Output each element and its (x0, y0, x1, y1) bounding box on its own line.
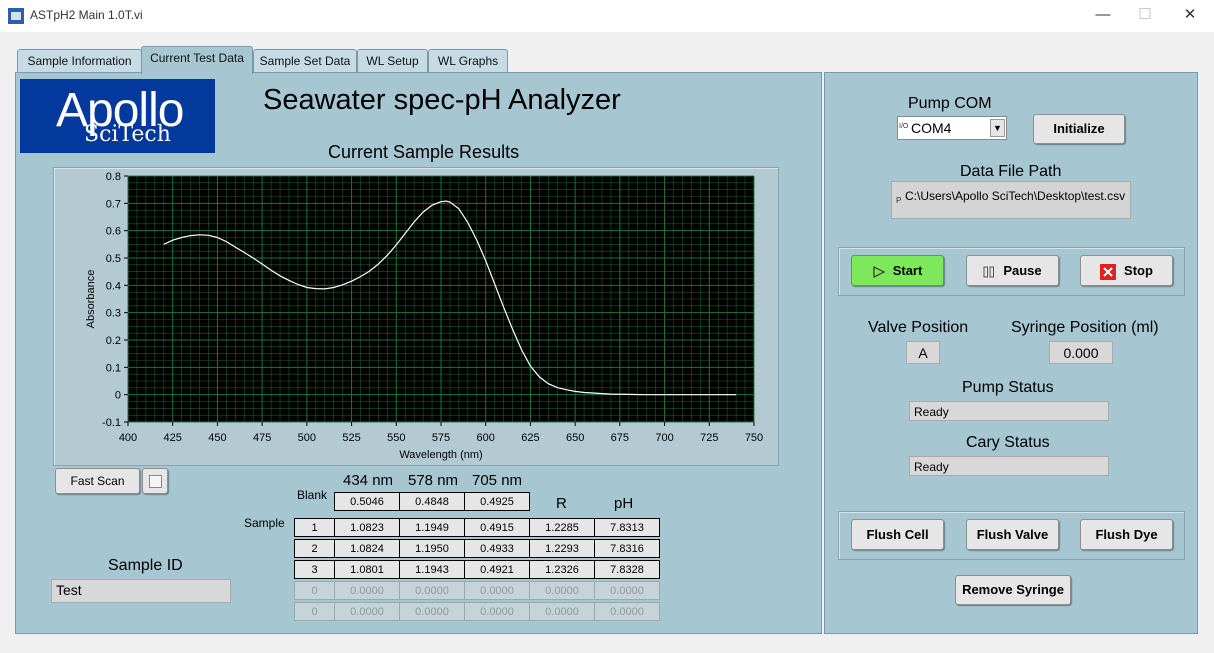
pump-status-value: Ready (909, 401, 1109, 421)
sample-row-3-v434: 1.0801 (334, 560, 400, 579)
chevron-down-icon[interactable]: ▼ (990, 119, 1005, 137)
pump-com-select[interactable]: I/O COM4 ▼ (897, 116, 1007, 140)
remove-syringe-button[interactable]: Remove Syringe (955, 575, 1071, 605)
maximize-button[interactable]: ☐ (1122, 0, 1168, 32)
sample-row-4-r: 0.0000 (529, 581, 595, 600)
chart-frame (53, 167, 779, 466)
sample-row-4-idx: 0 (294, 581, 335, 600)
close-button[interactable]: ✕ (1167, 0, 1213, 32)
pause-icon (983, 266, 995, 278)
flush-valve-button[interactable]: Flush Valve (966, 519, 1059, 550)
chart-title: Current Sample Results (328, 142, 520, 162)
flush-cell-button[interactable]: Flush Cell (851, 519, 944, 550)
col-header-705: 705 nm (472, 472, 523, 489)
flush-dye-button[interactable]: Flush Dye (1080, 519, 1173, 550)
tab-current-test-data[interactable]: Current Test Data (141, 46, 253, 74)
col-header-578: 578 nm (408, 472, 459, 489)
syringe-position-label: Syringe Position (ml) (1011, 319, 1159, 336)
col-header-ph: pH (614, 495, 634, 512)
sample-row-1-r: 1.2285 (529, 518, 595, 537)
sample-row-2-v705: 0.4933 (464, 539, 530, 558)
stop-button[interactable]: Stop (1080, 255, 1173, 286)
col-header-r: R (556, 495, 567, 512)
fast-scan-button[interactable]: Fast Scan (55, 468, 140, 494)
pump-status-label: Pump Status (962, 379, 1054, 396)
window-title: ASTpH2 Main 1.0T.vi (30, 8, 143, 22)
tab-sample-set-data[interactable]: Sample Set Data (253, 49, 357, 72)
sample-row-3-v705: 0.4921 (464, 560, 530, 579)
stop-icon (1100, 263, 1117, 280)
sample-row-2-v578: 1.1950 (399, 539, 465, 558)
stop-label: Stop (1124, 263, 1153, 278)
valve-position-label: Valve Position (868, 319, 969, 336)
page-title: Seawater spec-pH Analyzer (263, 84, 621, 116)
blank-705: 0.4925 (464, 492, 530, 511)
play-icon (873, 265, 885, 278)
sample-row-3-r: 1.2326 (529, 560, 595, 579)
pause-button[interactable]: Pause (966, 255, 1059, 286)
start-label: Start (892, 263, 923, 278)
sample-row-1-idx: 1 (294, 518, 335, 537)
data-file-path-field[interactable]: P C:\Users\Apollo SciTech\Desktop\test.c… (891, 181, 1131, 219)
sample-row-4-v705: 0.0000 (464, 581, 530, 600)
pump-com-value: COM4 (911, 120, 952, 136)
sample-row-4-v578: 0.0000 (399, 581, 465, 600)
app-icon (8, 8, 24, 24)
sample-id-label: Sample ID (108, 557, 183, 574)
tab-wl-setup[interactable]: WL Setup (357, 49, 428, 72)
sample-row-5-r: 0.0000 (529, 602, 595, 621)
cary-status-value: Ready (909, 456, 1109, 476)
sample-id-field[interactable]: Test (51, 579, 231, 603)
minimize-button[interactable]: — (1080, 0, 1126, 32)
sample-row-1-ph: 7.8313 (594, 518, 660, 537)
path-icon: P (896, 196, 902, 205)
sample-label: Sample (244, 516, 285, 530)
sample-row-2-r: 1.2293 (529, 539, 595, 558)
sample-row-1-v434: 1.0823 (334, 518, 400, 537)
sample-row-5-idx: 0 (294, 602, 335, 621)
sample-row-4-ph: 0.0000 (594, 581, 660, 600)
sample-row-5-ph: 0.0000 (594, 602, 660, 621)
blank-434: 0.5046 (334, 492, 400, 511)
sample-row-3-ph: 7.8328 (594, 560, 660, 579)
data-file-path-label: Data File Path (960, 163, 1062, 180)
blank-578: 0.4848 (399, 492, 465, 511)
tab-sample-information[interactable]: Sample Information (17, 49, 142, 72)
syringe-position-value: 0.000 (1049, 341, 1113, 364)
sample-row-3-idx: 3 (294, 560, 335, 579)
col-header-434: 434 nm (343, 472, 394, 489)
sample-row-1-v705: 0.4915 (464, 518, 530, 537)
cary-status-label: Cary Status (966, 434, 1050, 451)
sample-row-2-v434: 1.0824 (334, 539, 400, 558)
sample-row-5-v705: 0.0000 (464, 602, 530, 621)
tab-wl-graphs[interactable]: WL Graphs (428, 49, 508, 72)
data-file-path-value: C:\Users\Apollo SciTech\Desktop\test.csv (905, 189, 1126, 203)
apollo-scitech-logo: Apollo SciTech (20, 79, 215, 153)
pump-com-label: Pump COM (908, 95, 992, 112)
sample-row-5-v578: 0.0000 (399, 602, 465, 621)
logo-line2: SciTech (84, 122, 171, 147)
initialize-button[interactable]: Initialize (1033, 114, 1125, 144)
toggle-indicator-icon (149, 475, 162, 488)
sample-row-1-v578: 1.1949 (399, 518, 465, 537)
pause-label: Pause (1003, 263, 1042, 278)
sample-row-2-ph: 7.8316 (594, 539, 660, 558)
sample-row-2-idx: 2 (294, 539, 335, 558)
start-button[interactable]: Start (851, 255, 944, 286)
blank-label: Blank (297, 488, 328, 502)
window-edge (1202, 32, 1214, 653)
valve-position-value: A (906, 341, 940, 364)
io-icon: I/O (899, 123, 909, 130)
fast-scan-toggle[interactable] (142, 468, 168, 494)
sample-row-3-v578: 1.1943 (399, 560, 465, 579)
window-title-bar: ASTpH2 Main 1.0T.vi — ☐ ✕ (0, 0, 1214, 32)
sample-row-5-v434: 0.0000 (334, 602, 400, 621)
sample-row-4-v434: 0.0000 (334, 581, 400, 600)
